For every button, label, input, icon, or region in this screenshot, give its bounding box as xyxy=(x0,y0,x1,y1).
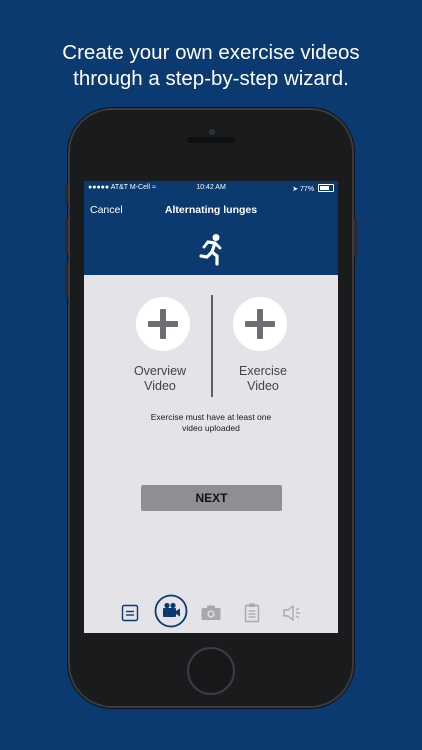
plus-icon-vertical xyxy=(257,309,263,339)
headline-line-1: Create your own exercise videos xyxy=(62,41,360,64)
notice-line-1: Exercise must have at least one xyxy=(150,412,272,422)
exercise-label-line-1: Exercise xyxy=(239,364,287,378)
wizard-tab-bar xyxy=(84,593,338,633)
tab-notes[interactable] xyxy=(117,600,143,626)
headline-line-2: through a step-by-step wizard. xyxy=(73,67,349,90)
running-person-icon xyxy=(199,234,222,266)
next-button[interactable]: NEXT xyxy=(141,485,282,511)
exercise-header xyxy=(84,225,338,275)
overview-label-line-1: Overview xyxy=(133,364,187,378)
tab-video[interactable] xyxy=(154,594,188,628)
speaker-icon xyxy=(283,605,300,621)
video-camera-icon xyxy=(154,594,188,628)
notes-icon xyxy=(121,604,139,622)
power-button xyxy=(354,218,357,258)
app-screen: ●●●●● AT&T M-Cell ≈ 10:42 AM ➤ 77% Cance… xyxy=(84,181,338,633)
video-wizard: Overview Video Exercise Video Exercise m… xyxy=(84,275,338,575)
battery-status: ➤ 77% xyxy=(292,184,334,193)
tab-audio[interactable] xyxy=(279,600,305,626)
exercise-video-label: Exercise Video xyxy=(223,364,303,394)
promo-headline: Create your own exercise videos through … xyxy=(0,40,422,92)
column-divider xyxy=(211,295,213,397)
front-camera xyxy=(209,129,215,135)
status-bar: ●●●●● AT&T M-Cell ≈ 10:42 AM ➤ 77% xyxy=(84,181,338,195)
page-title: Alternating lunges xyxy=(164,204,258,216)
clipboard-icon xyxy=(244,603,260,623)
tab-clipboard[interactable] xyxy=(239,600,265,626)
mute-switch xyxy=(65,184,68,204)
photo-camera-icon xyxy=(201,605,221,620)
battery-percent: 77% xyxy=(300,186,315,193)
add-exercise-video-button[interactable] xyxy=(233,297,287,351)
add-overview-video-button[interactable] xyxy=(136,297,190,351)
navigation-bar: Cancel Alternating lunges xyxy=(84,195,338,225)
phone-frame: ●●●●● AT&T M-Cell ≈ 10:42 AM ➤ 77% Cance… xyxy=(65,108,357,708)
earpiece-speaker xyxy=(187,137,235,143)
tab-photo[interactable] xyxy=(198,600,224,626)
exercise-label-line-2: Video xyxy=(247,379,279,393)
volume-down-button xyxy=(65,262,68,298)
upload-requirement-notice: Exercise must have at least one video up… xyxy=(84,412,338,434)
notice-line-2: video uploaded xyxy=(182,423,240,433)
plus-icon-vertical xyxy=(160,309,166,339)
volume-up-button xyxy=(65,218,68,254)
home-button[interactable] xyxy=(187,647,235,695)
overview-video-label: Overview Video xyxy=(120,364,200,394)
location-arrow-icon: ➤ xyxy=(292,186,299,193)
battery-icon xyxy=(318,184,334,192)
overview-label-line-2: Video xyxy=(144,379,176,393)
